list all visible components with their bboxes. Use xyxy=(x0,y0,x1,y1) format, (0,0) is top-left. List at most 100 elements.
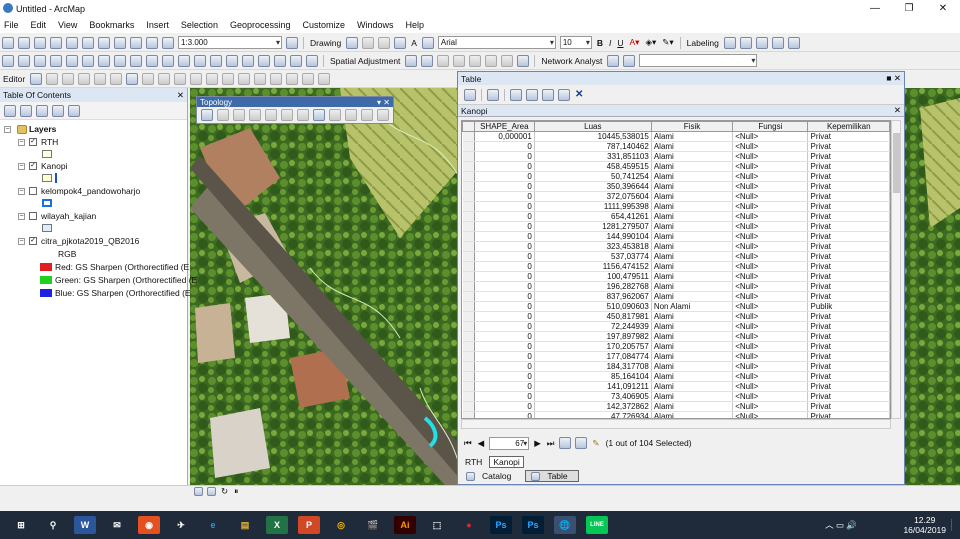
list-by-drawing-order-icon[interactable] xyxy=(4,104,16,117)
table-cell[interactable]: <Null> xyxy=(732,211,809,222)
table-cell[interactable]: Alami xyxy=(651,151,734,162)
point-icon[interactable] xyxy=(110,72,123,85)
show-selected-records-icon[interactable] xyxy=(575,437,588,449)
scale-combo[interactable]: 1:3.000 xyxy=(178,36,282,49)
table-row[interactable]: 0 141,091211 Alami <Null> Privat xyxy=(462,381,890,392)
modify-link-icon[interactable] xyxy=(437,54,450,67)
row-selector[interactable] xyxy=(462,231,475,242)
table-cell[interactable]: 72,244939 xyxy=(534,321,652,332)
zoom-to-selected-icon[interactable] xyxy=(558,88,570,101)
row-selector[interactable] xyxy=(462,391,475,402)
table-cell[interactable]: 1156,474152 xyxy=(534,261,652,272)
table-row[interactable]: 0 458,459515 Alami <Null> Privat xyxy=(462,161,890,172)
table-cell[interactable]: Alami xyxy=(651,411,734,418)
table-row[interactable]: 0 50,741254 Alami <Null> Privat xyxy=(462,171,890,182)
table-cell[interactable]: <Null> xyxy=(732,401,809,412)
table-cell[interactable]: 323,453818 xyxy=(534,241,652,252)
table-cell[interactable]: Alami xyxy=(651,271,734,282)
select-elements-icon[interactable] xyxy=(162,54,174,67)
table-cell[interactable]: 0 xyxy=(474,291,535,302)
table-cell[interactable]: 177,084774 xyxy=(534,351,652,362)
table-cell[interactable]: Alami xyxy=(651,311,734,322)
table-cell[interactable]: 372,075604 xyxy=(534,191,652,202)
align-edge-icon[interactable] xyxy=(249,109,261,121)
scroll-thumb[interactable] xyxy=(893,133,900,193)
modify-edge-icon[interactable] xyxy=(281,109,293,121)
table-row[interactable]: 0 1111,995398 Alami <Null> Privat xyxy=(462,201,890,212)
view-unplaced-labels-icon[interactable] xyxy=(771,36,784,49)
table-cell[interactable]: Privat xyxy=(807,401,890,412)
table-cell[interactable]: Privat xyxy=(807,411,890,418)
table-cell[interactable]: Privat xyxy=(807,181,890,192)
table-cell[interactable]: 0 xyxy=(474,411,535,418)
table-cell[interactable]: <Null> xyxy=(732,391,809,402)
word-icon[interactable]: W xyxy=(74,516,96,534)
band-blue[interactable]: Blue: GS Sharpen (Orthorectified (E xyxy=(40,288,191,298)
table-cell[interactable]: Privat xyxy=(807,251,890,262)
refresh-icon[interactable]: ↻ xyxy=(221,486,228,497)
vertical-scrollbar[interactable] xyxy=(891,120,901,419)
list-by-source-icon[interactable] xyxy=(20,104,32,117)
table-cell[interactable]: <Null> xyxy=(732,151,809,162)
select-features-icon[interactable] xyxy=(130,54,142,67)
redo-icon[interactable] xyxy=(146,36,158,49)
menu-help[interactable]: Help xyxy=(406,20,425,30)
table-cell[interactable]: Alami xyxy=(651,281,734,292)
network-analyst-window-icon[interactable] xyxy=(607,54,620,67)
table-cell[interactable]: Privat xyxy=(807,311,890,322)
open-icon[interactable] xyxy=(18,36,30,49)
maximize-icon[interactable]: ❐ xyxy=(892,0,926,17)
close-icon[interactable]: ✕ xyxy=(177,90,184,101)
save-icon[interactable] xyxy=(34,36,46,49)
table-cell[interactable]: 0 xyxy=(474,201,535,212)
table-cell[interactable]: <Null> xyxy=(732,341,809,352)
toc-layer-wilayah[interactable]: − wilayah_kajian xyxy=(18,211,96,221)
table-cell[interactable]: <Null> xyxy=(732,261,809,272)
table-cell[interactable]: 0 xyxy=(474,321,535,332)
layer-checkbox[interactable]: ✓ xyxy=(29,162,37,170)
table-cell[interactable]: Privat xyxy=(807,361,890,372)
table-cell[interactable]: 197,897982 xyxy=(534,331,652,342)
table-cell[interactable]: Privat xyxy=(807,151,890,162)
table-cell[interactable]: 1281,279507 xyxy=(534,221,652,232)
close-icon[interactable]: ✕ xyxy=(894,105,901,116)
table-row[interactable]: 0 1156,474152 Alami <Null> Privat xyxy=(462,261,890,272)
table-cell[interactable]: Alami xyxy=(651,331,734,342)
arcmap-taskbar-icon[interactable]: 🌐 xyxy=(554,516,576,534)
table-cell[interactable]: 537,03774 xyxy=(534,251,652,262)
band-red[interactable]: Red: GS Sharpen (Orthorectified (E xyxy=(40,262,189,272)
cut-polygons-icon[interactable] xyxy=(158,72,171,85)
network-analyst-menu[interactable]: Network Analyst xyxy=(541,56,602,66)
table-cell[interactable]: Alami xyxy=(651,181,734,192)
table-row[interactable]: 0 787,140462 Alami <Null> Privat xyxy=(462,141,890,152)
find-route-icon[interactable] xyxy=(258,54,270,67)
row-selector[interactable] xyxy=(462,151,475,162)
row-selector[interactable] xyxy=(462,221,475,232)
table-cell[interactable]: Non Alami xyxy=(651,301,734,312)
menu-file[interactable]: File xyxy=(4,20,19,30)
clear-selection-icon[interactable] xyxy=(146,54,158,67)
table-row[interactable]: 0 197,897982 Alami <Null> Privat xyxy=(462,331,890,342)
show-shared-features-icon[interactable] xyxy=(233,109,245,121)
table-cell[interactable]: 170,205757 xyxy=(534,341,652,352)
column-header[interactable]: SHAPE_Area xyxy=(473,121,535,132)
list-by-visibility-icon[interactable] xyxy=(36,104,48,117)
table-cell[interactable]: Alami xyxy=(651,291,734,302)
table-cell[interactable]: 142,372862 xyxy=(534,401,652,412)
validate-icon[interactable] xyxy=(345,109,357,121)
add-data-icon[interactable] xyxy=(162,36,174,49)
collapse-icon[interactable]: − xyxy=(18,187,25,195)
illustrator-icon[interactable]: Ai xyxy=(394,516,416,534)
edge-icon[interactable]: e xyxy=(202,516,224,534)
data-view-icon[interactable] xyxy=(194,487,203,496)
table-cell[interactable]: 184,317708 xyxy=(534,361,652,372)
row-selector[interactable] xyxy=(462,191,475,202)
table-cell[interactable]: <Null> xyxy=(732,301,809,312)
table-cell[interactable]: 0 xyxy=(474,331,535,342)
table-cell[interactable]: 0 xyxy=(474,341,535,352)
table-cell[interactable]: 0 xyxy=(474,361,535,372)
table-cell[interactable]: Privat xyxy=(807,391,890,402)
menu-windows[interactable]: Windows xyxy=(357,20,394,30)
zoom-in-icon[interactable] xyxy=(2,54,14,67)
table-cell[interactable]: 0 xyxy=(474,211,535,222)
